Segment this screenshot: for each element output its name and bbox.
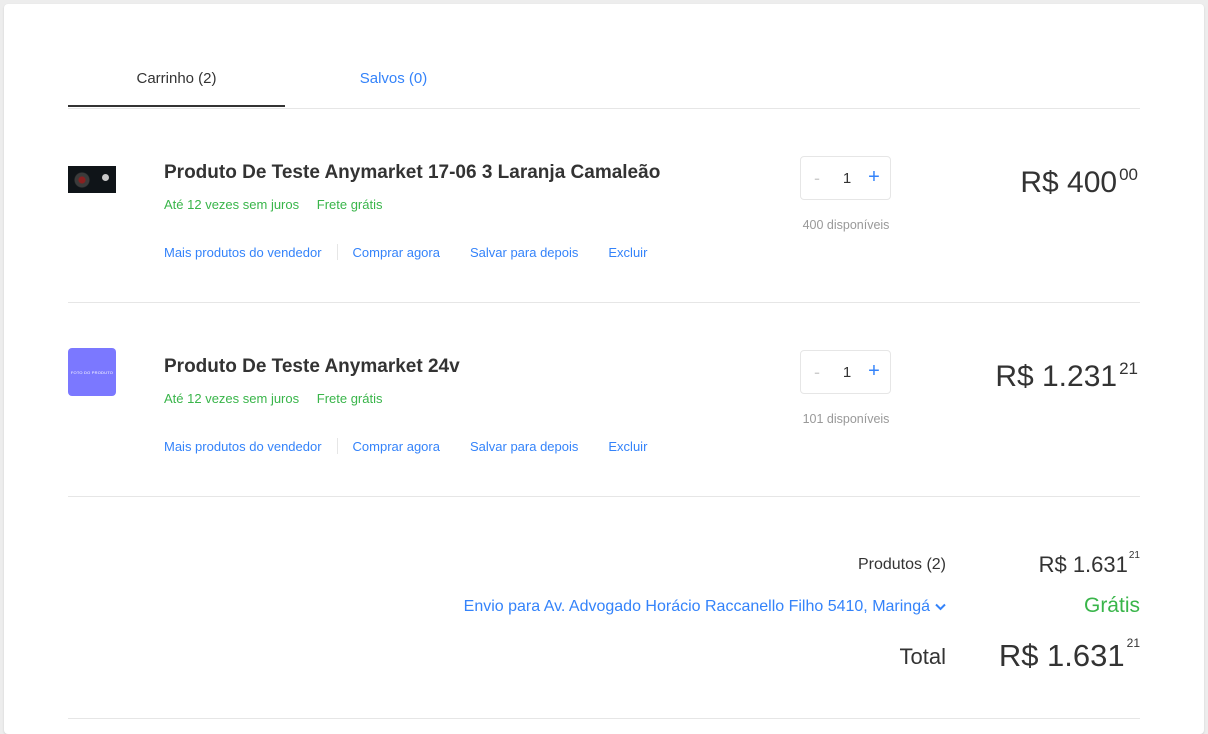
- quantity-input[interactable]: [831, 170, 863, 187]
- item-actions: Mais produtos do vendedor Comprar agora …: [164, 438, 647, 454]
- products-subtotal: R$ 1.63121: [1038, 550, 1140, 578]
- tab-saved[interactable]: Salvos (0): [285, 70, 502, 87]
- more-from-seller-link[interactable]: Mais produtos do vendedor: [164, 245, 322, 260]
- quantity-stepper: - +: [800, 156, 891, 200]
- product-thumbnail[interactable]: [68, 166, 116, 193]
- divider: [68, 718, 1140, 719]
- product-tags: Até 12 vezes sem juros Frete grátis: [164, 197, 383, 212]
- products-count-label: Produtos (2): [857, 556, 946, 573]
- stock-available: 400 disponíveis: [802, 218, 890, 232]
- free-shipping-label: Frete grátis: [316, 391, 383, 406]
- delete-link[interactable]: Excluir: [608, 245, 647, 260]
- item-price: R$ 400 00: [1020, 165, 1138, 200]
- products-subtotal-cents: 21: [1128, 550, 1140, 561]
- product-tags: Até 12 vezes sem juros Frete grátis: [164, 391, 383, 406]
- products-subtotal-main: R$ 1.631: [1038, 552, 1128, 577]
- total-price-cents: 21: [1126, 636, 1140, 650]
- divider: [336, 438, 338, 454]
- cart-item: Produto De Teste Anymarket 17-06 3 Laran…: [68, 108, 1140, 303]
- free-shipping-label: Frete grátis: [316, 197, 383, 212]
- delete-link[interactable]: Excluir: [608, 439, 647, 454]
- buy-now-link[interactable]: Comprar agora: [353, 439, 440, 454]
- installments-label: Até 12 vezes sem juros: [164, 391, 300, 406]
- increase-quantity-button[interactable]: +: [867, 360, 881, 383]
- buy-now-link[interactable]: Comprar agora: [353, 245, 440, 260]
- decrease-quantity-button[interactable]: -: [811, 168, 823, 189]
- product-title[interactable]: Produto De Teste Anymarket 24v: [164, 356, 460, 378]
- increase-quantity-button[interactable]: +: [867, 166, 881, 189]
- save-for-later-link[interactable]: Salvar para depois: [470, 245, 578, 260]
- quantity-stepper: - +: [800, 350, 891, 394]
- thumbnail-placeholder-text: FOTO DO PRODUTO: [70, 369, 114, 375]
- item-actions: Mais produtos do vendedor Comprar agora …: [164, 244, 647, 260]
- product-thumbnail[interactable]: FOTO DO PRODUTO: [68, 348, 116, 396]
- shipping-cost: Grátis: [1083, 594, 1140, 617]
- item-price: R$ 1.231 21: [995, 359, 1138, 394]
- tab-cart[interactable]: Carrinho (2): [68, 70, 285, 87]
- chevron-down-icon: [935, 603, 946, 611]
- decrease-quantity-button[interactable]: -: [811, 362, 823, 383]
- more-from-seller-link[interactable]: Mais produtos do vendedor: [164, 439, 322, 454]
- divider: [336, 244, 338, 260]
- active-tab-indicator: [68, 105, 285, 107]
- cart-item: FOTO DO PRODUTO Produto De Teste Anymark…: [68, 302, 1140, 497]
- quantity-input[interactable]: [831, 364, 863, 381]
- total-price-main: R$ 1.631: [998, 638, 1125, 673]
- total-label: Total: [899, 644, 946, 669]
- item-price-main: R$ 1.231: [995, 360, 1118, 393]
- shipping-address-label: Envio para Av. Advogado Horácio Raccanel…: [463, 598, 930, 615]
- cart-card: Carrinho (2) Salvos (0) Produto De Teste…: [4, 4, 1204, 734]
- cart-tabs: Carrinho (2) Salvos (0): [68, 4, 1140, 109]
- total-price: R$ 1.631 21: [998, 636, 1140, 674]
- product-title[interactable]: Produto De Teste Anymarket 17-06 3 Laran…: [164, 162, 660, 184]
- installments-label: Até 12 vezes sem juros: [164, 197, 300, 212]
- item-price-cents: 00: [1119, 165, 1138, 184]
- item-price-cents: 21: [1119, 359, 1138, 378]
- shipping-address-toggle[interactable]: Envio para Av. Advogado Horácio Raccanel…: [464, 598, 946, 616]
- stock-available: 101 disponíveis: [802, 412, 890, 426]
- item-price-main: R$ 400: [1020, 166, 1118, 199]
- save-for-later-link[interactable]: Salvar para depois: [470, 439, 578, 454]
